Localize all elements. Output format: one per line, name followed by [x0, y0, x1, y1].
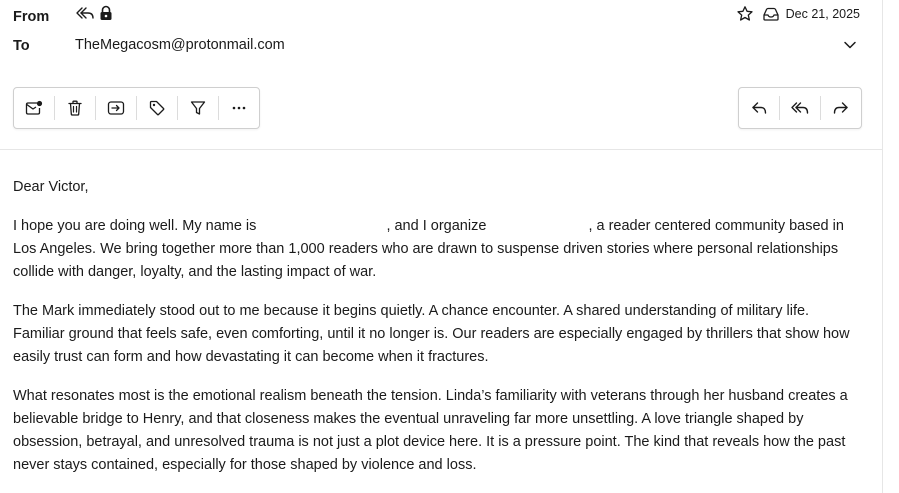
paragraph-2: The Mark immediately stood out to me bec… [13, 303, 850, 365]
reply-all-icon [790, 99, 810, 117]
reply-toolbar [738, 87, 862, 129]
chevron-down-icon[interactable] [842, 38, 858, 52]
header-divider [0, 149, 882, 150]
pane-border [882, 0, 883, 493]
mark-unread-icon [24, 99, 44, 117]
forward-button[interactable] [821, 88, 861, 128]
paragraph-1: I hope you are doing well. My name is , … [13, 215, 858, 284]
reply-button[interactable] [739, 88, 779, 128]
paragraph-1-part-b: , and I organize [386, 218, 491, 234]
filter-icon [189, 99, 207, 117]
redacted-organization [490, 218, 589, 235]
label-button[interactable] [137, 88, 177, 128]
recipient-address[interactable]: TheMegacosm@protonmail.com [75, 37, 285, 53]
greeting: Dear Victor, [13, 179, 89, 195]
email-reading-pane: From To TheMegacosm@protonmail.com Dec 2… [0, 0, 899, 493]
forward-icon [832, 99, 850, 117]
sender-status-icons [75, 5, 113, 21]
move-icon [106, 99, 126, 117]
reply-icon [750, 99, 768, 117]
inbox-icon [762, 6, 780, 22]
redacted-name [260, 218, 387, 235]
trash-icon [66, 99, 84, 117]
more-icon [230, 99, 248, 117]
date-area: Dec 21, 2025 [736, 5, 860, 23]
to-label: To [13, 38, 30, 54]
star-icon[interactable] [736, 5, 754, 23]
from-label: From [13, 9, 50, 25]
reply-all-button[interactable] [780, 88, 820, 128]
more-actions-button[interactable] [219, 88, 259, 128]
label-icon [148, 99, 166, 117]
message-body: Dear Victor, I hope you are doing well. … [13, 176, 858, 493]
filter-button[interactable] [178, 88, 218, 128]
lock-icon [99, 5, 113, 21]
delete-button[interactable] [55, 88, 95, 128]
mark-unread-button[interactable] [14, 88, 54, 128]
move-button[interactable] [96, 88, 136, 128]
message-actions-toolbar [13, 87, 260, 129]
paragraph-1-part-a: I hope you are doing well. My name is [13, 218, 261, 234]
message-date: Dec 21, 2025 [785, 7, 860, 21]
paragraph-3: What resonates most is the emotional rea… [13, 388, 848, 473]
reply-all-icon [75, 5, 95, 21]
